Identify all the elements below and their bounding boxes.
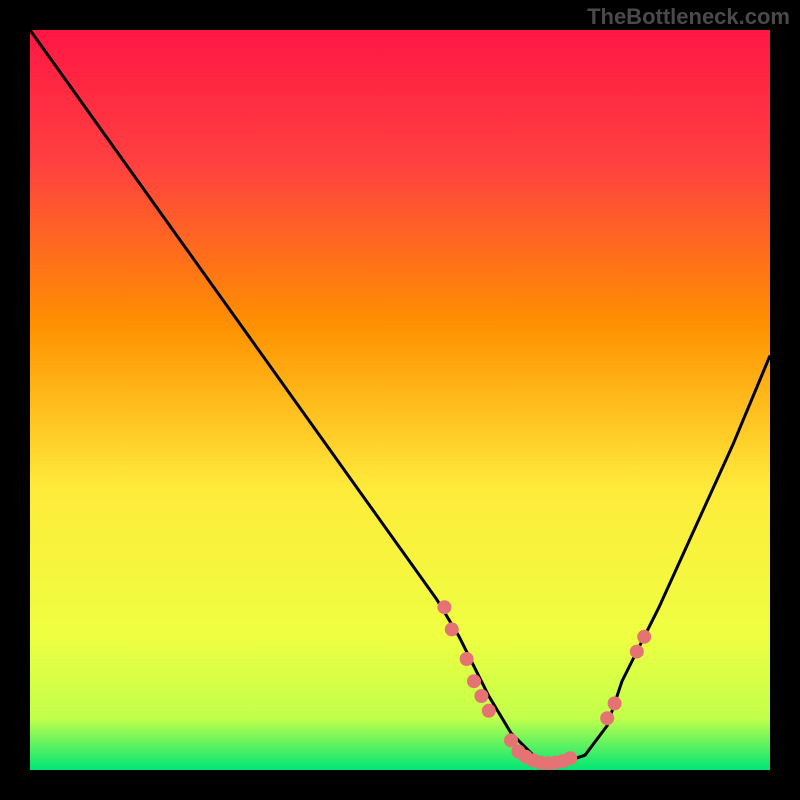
data-marker <box>608 696 622 710</box>
chart-plot-area <box>30 30 770 770</box>
data-marker <box>563 751 577 765</box>
watermark-text: TheBottleneck.com <box>587 4 790 30</box>
data-marker <box>630 645 644 659</box>
chart-svg <box>30 30 770 770</box>
data-marker <box>460 652 474 666</box>
data-marker <box>637 630 651 644</box>
data-marker <box>600 711 614 725</box>
data-marker <box>467 674 481 688</box>
gradient-background <box>30 30 770 770</box>
data-marker <box>437 600 451 614</box>
data-marker <box>474 689 488 703</box>
data-marker <box>482 704 496 718</box>
data-marker <box>445 622 459 636</box>
